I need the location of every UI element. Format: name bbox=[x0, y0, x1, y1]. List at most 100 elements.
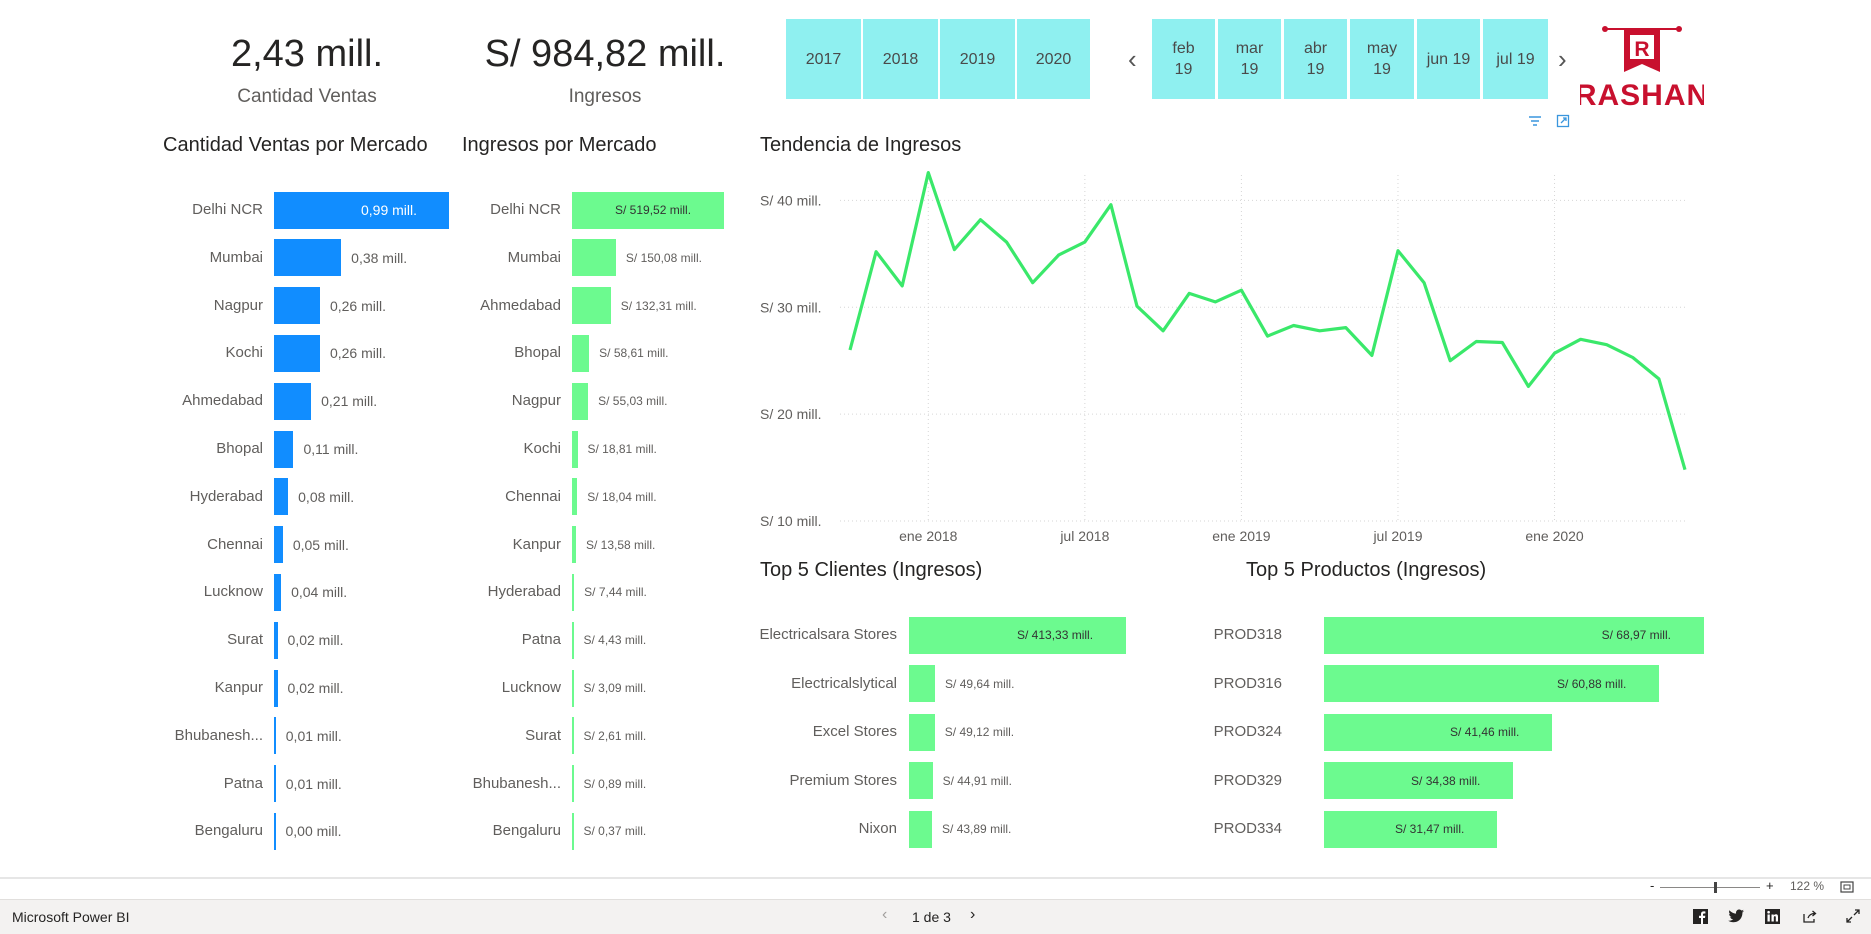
bar[interactable] bbox=[572, 478, 578, 516]
data-point[interactable] bbox=[1551, 349, 1559, 357]
zoom-out-button[interactable]: - bbox=[1650, 878, 1654, 893]
data-point[interactable] bbox=[1107, 201, 1115, 209]
bar[interactable] bbox=[274, 717, 276, 755]
data-point[interactable] bbox=[1211, 298, 1219, 306]
data-point[interactable] bbox=[1420, 279, 1428, 287]
data-point[interactable] bbox=[1446, 357, 1454, 365]
data-point[interactable] bbox=[1498, 339, 1506, 347]
facebook-icon[interactable] bbox=[1693, 909, 1708, 927]
category-label: Delhi NCR bbox=[192, 201, 263, 218]
year-2019-button[interactable]: 2019 bbox=[940, 19, 1015, 99]
data-point[interactable] bbox=[1629, 354, 1637, 362]
category-label: Lucknow bbox=[501, 679, 561, 696]
fit-to-page-icon[interactable] bbox=[1840, 880, 1854, 898]
share-icon[interactable] bbox=[1802, 909, 1818, 927]
data-point[interactable] bbox=[1577, 335, 1585, 343]
bar[interactable] bbox=[572, 287, 611, 325]
data-point[interactable] bbox=[1603, 341, 1611, 349]
prev-page-icon[interactable]: ‹ bbox=[882, 906, 887, 924]
chevron-left-icon[interactable]: ‹ bbox=[1128, 44, 1137, 75]
data-point[interactable] bbox=[924, 169, 932, 177]
next-page-icon[interactable]: › bbox=[970, 906, 975, 924]
bar[interactable] bbox=[572, 765, 574, 803]
bar[interactable] bbox=[274, 478, 289, 516]
data-label: S/ 413,33 mill. bbox=[1017, 628, 1094, 642]
filter-icon[interactable] bbox=[1528, 114, 1542, 132]
category-label: Bhopal bbox=[216, 440, 263, 457]
bar[interactable] bbox=[274, 812, 276, 850]
bar[interactable] bbox=[572, 669, 574, 707]
linkedin-icon[interactable] bbox=[1765, 909, 1780, 927]
data-point[interactable] bbox=[1316, 327, 1324, 335]
data-point[interactable] bbox=[1185, 289, 1193, 297]
bar[interactable] bbox=[274, 621, 278, 659]
year-2020-button[interactable]: 2020 bbox=[1017, 19, 1090, 99]
bar[interactable] bbox=[572, 334, 590, 372]
data-label: S/ 519,52 mill. bbox=[615, 203, 692, 217]
category-label: Nagpur bbox=[213, 296, 263, 314]
data-point[interactable] bbox=[872, 248, 880, 256]
bar[interactable] bbox=[572, 812, 574, 850]
bar[interactable] bbox=[274, 287, 320, 325]
bar[interactable] bbox=[909, 810, 933, 848]
twitter-icon[interactable] bbox=[1728, 909, 1744, 926]
bar[interactable] bbox=[572, 621, 574, 659]
bar[interactable] bbox=[572, 526, 576, 564]
data-point[interactable] bbox=[1055, 251, 1063, 259]
data-point[interactable] bbox=[1524, 382, 1532, 390]
bar[interactable] bbox=[274, 573, 282, 611]
logo-text: RASHAN bbox=[1580, 79, 1704, 110]
bar[interactable] bbox=[274, 526, 283, 564]
data-point[interactable] bbox=[950, 246, 958, 254]
data-point[interactable] bbox=[1133, 302, 1141, 310]
data-point[interactable] bbox=[1029, 279, 1037, 287]
month-may-19-button[interactable]: may 19 bbox=[1350, 19, 1414, 99]
bar[interactable] bbox=[572, 573, 575, 611]
category-label: Hyderabad bbox=[487, 583, 561, 601]
zoom-slider-track[interactable] bbox=[1660, 887, 1760, 888]
data-point[interactable] bbox=[1368, 351, 1376, 359]
data-point[interactable] bbox=[1003, 238, 1011, 246]
data-point[interactable] bbox=[1290, 321, 1298, 329]
bar[interactable] bbox=[274, 382, 312, 420]
data-point[interactable] bbox=[1264, 332, 1272, 340]
bar[interactable] bbox=[274, 669, 278, 707]
data-point[interactable] bbox=[1342, 324, 1350, 332]
bar[interactable] bbox=[909, 713, 935, 751]
bar[interactable] bbox=[274, 334, 320, 372]
data-point[interactable] bbox=[1394, 247, 1402, 255]
bar[interactable] bbox=[909, 665, 936, 702]
month-jun-19-button[interactable]: jun 19 bbox=[1417, 19, 1480, 99]
month-feb-19-button[interactable]: feb 19 bbox=[1152, 19, 1215, 99]
data-point[interactable] bbox=[898, 282, 906, 290]
data-point[interactable] bbox=[976, 216, 984, 224]
bar[interactable] bbox=[274, 239, 342, 277]
fullscreen-icon[interactable] bbox=[1846, 909, 1860, 926]
focus-mode-icon[interactable] bbox=[1556, 114, 1570, 133]
bar[interactable] bbox=[572, 430, 578, 468]
bar[interactable] bbox=[274, 765, 276, 803]
month-abr-19-button[interactable]: abr 19 bbox=[1284, 19, 1347, 99]
data-point[interactable] bbox=[1237, 286, 1245, 294]
y-tick-label: S/ 30 mill. bbox=[760, 299, 821, 315]
chevron-right-icon[interactable]: › bbox=[1558, 44, 1567, 75]
bar[interactable] bbox=[909, 762, 933, 799]
year-2017-button[interactable]: 2017 bbox=[786, 19, 861, 99]
bar[interactable] bbox=[274, 430, 294, 468]
year-2018-button[interactable]: 2018 bbox=[863, 19, 938, 99]
data-point[interactable] bbox=[1081, 238, 1089, 246]
month-jul-19-button[interactable]: jul 19 bbox=[1483, 19, 1548, 99]
data-point[interactable] bbox=[1681, 466, 1689, 474]
kpi-sales-qty-value: 2,43 mill. bbox=[230, 33, 384, 75]
bar[interactable] bbox=[572, 382, 589, 420]
month-mar-19-button[interactable]: mar 19 bbox=[1218, 19, 1281, 99]
data-point[interactable] bbox=[1159, 327, 1167, 335]
bar[interactable] bbox=[572, 239, 616, 277]
bar[interactable] bbox=[572, 717, 574, 755]
zoom-in-button[interactable]: + bbox=[1766, 878, 1774, 893]
data-point[interactable] bbox=[846, 346, 854, 354]
data-label: S/ 150,08 mill. bbox=[625, 250, 702, 265]
zoom-slider-thumb[interactable] bbox=[1713, 882, 1717, 893]
data-point[interactable] bbox=[1655, 375, 1663, 383]
data-point[interactable] bbox=[1472, 337, 1480, 345]
